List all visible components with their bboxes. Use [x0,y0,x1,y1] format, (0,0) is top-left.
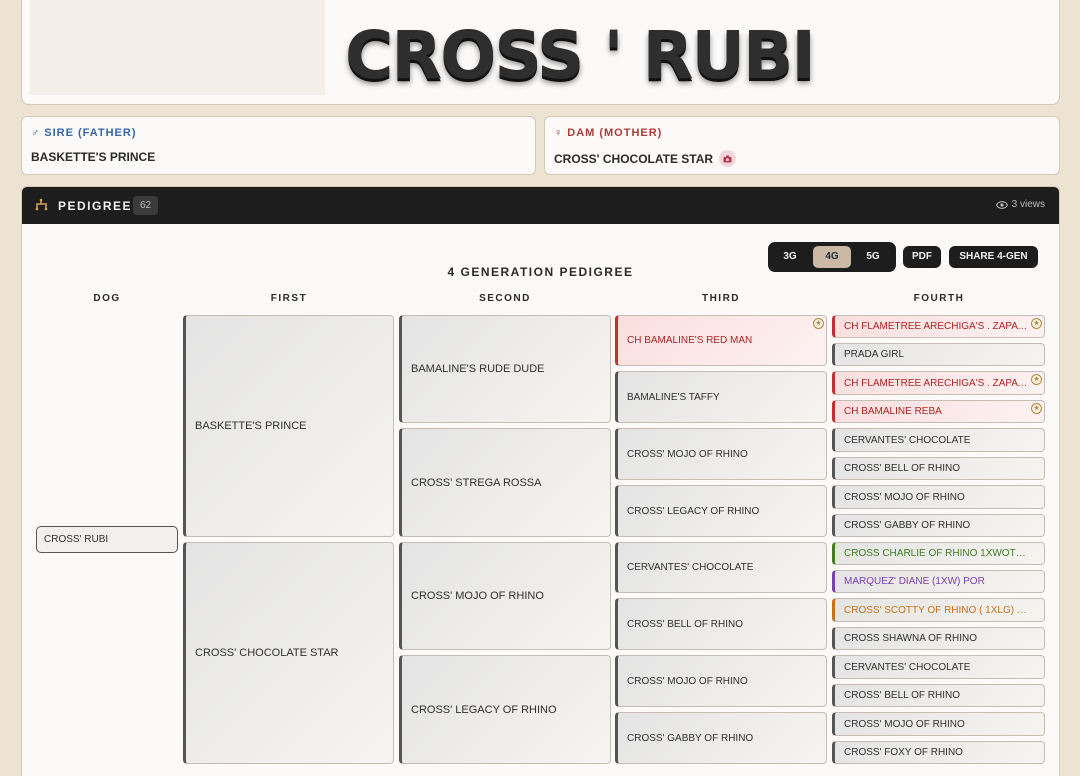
star-badge-icon: ★ [1031,318,1042,329]
pedigree-header-bar: PEDIGREE 62 3 views [22,187,1059,224]
fourth-gen-box[interactable]: CROSS' GABBY OF RHINO [832,514,1045,537]
fourth-gen-box[interactable]: CROSS' FOXY OF RHINO [832,741,1045,764]
sire-card[interactable]: ♂ SIRE (FATHER) BASKETTE'S PRINCE [21,116,536,175]
fourth-gen-box[interactable]: CH FLAMETREE ARECHIGA'S . ZAPATA ... ★ [832,315,1045,338]
column-header-second: SECOND [479,293,531,304]
pedigree-heading: 4 GENERATION PEDIGREE [447,265,634,279]
fourth-gen-box[interactable]: CROSS' BELL OF RHINO [832,457,1045,480]
third-gen-box[interactable]: CH BAMALINE'S RED MAN ★ [615,315,827,366]
dam-card[interactable]: ♀ DAM (MOTHER) CROSS' CHOCOLATE STAR [544,116,1060,175]
fourth-gen-box[interactable]: CH FLAMETREE ARECHIGA'S . ZAPATA ... ★ [832,371,1045,395]
eye-icon [995,200,1008,209]
female-icon: ♀ [554,127,564,139]
fourth-gen-box[interactable]: CROSS SHAWNA OF RHINO [832,627,1045,650]
fourth-gen-box[interactable]: MARQUEZ' DIANE (1XW) POR [832,570,1045,593]
third-gen-box[interactable]: CROSS' GABBY OF RHINO [615,712,827,764]
dam-label: ♀ DAM (MOTHER) [554,127,663,139]
dog-photo-placeholder[interactable] [30,0,325,95]
star-badge-icon: ★ [1031,403,1042,414]
second-gen-box[interactable]: CROSS' LEGACY OF RHINO [399,655,611,764]
fourth-gen-box[interactable]: PRADA GIRL [832,343,1045,366]
views-count: 3 views [995,199,1045,210]
fourth-gen-box[interactable]: CROSS' MOJO OF RHINO [832,485,1045,509]
third-gen-box[interactable]: CROSS' MOJO OF RHINO [615,428,827,480]
fourth-gen-box[interactable]: CROSS' MOJO OF RHINO [832,712,1045,736]
third-gen-box[interactable]: CROSS' LEGACY OF RHINO [615,485,827,537]
pedigree-title: PEDIGREE [58,199,133,213]
third-gen-box[interactable]: CROSS' MOJO OF RHINO [615,655,827,707]
male-icon: ♂ [31,127,41,139]
star-badge-icon: ★ [813,318,824,329]
dog-header-card: CROSS ' RUBI [21,0,1060,105]
third-gen-box[interactable]: BAMALINE'S TAFFY [615,371,827,423]
dam-name[interactable]: CROSS' CHOCOLATE STAR [554,150,737,167]
second-gen-box[interactable]: CROSS' MOJO OF RHINO [399,542,611,650]
star-badge-icon: ★ [1031,374,1042,385]
fourth-gen-box[interactable]: CROSS' BELL OF RHINO [832,684,1045,707]
sire-label: ♂ SIRE (FATHER) [31,127,137,139]
second-gen-box[interactable]: CROSS' STREGA ROSSA [399,428,611,537]
pedigree-count-badge: 62 [133,196,159,215]
third-gen-box[interactable]: CROSS' BELL OF RHINO [615,598,827,650]
fourth-gen-box[interactable]: CROSS CHARLIE OF RHINO 1XWOTC 1XL... [832,542,1045,565]
second-gen-box[interactable]: BAMALINE'S RUDE DUDE [399,315,611,423]
fourth-gen-box[interactable]: CERVANTES' CHOCOLATE [832,655,1045,679]
first-gen-box[interactable]: BASKETTE'S PRINCE [183,315,394,537]
column-header-dog: DOG [93,293,121,304]
fourth-gen-box[interactable]: CERVANTES' CHOCOLATE [832,428,1045,452]
column-header-fourth: FOURTH [913,293,965,304]
dog-name-title: CROSS ' RUBI [345,17,816,94]
fourth-gen-box[interactable]: CH BAMALINE REBA ★ [832,400,1045,423]
column-header-first: FIRST [270,293,308,304]
third-gen-box[interactable]: CERVANTES' CHOCOLATE [615,542,827,593]
camera-icon[interactable] [719,150,737,167]
first-gen-box[interactable]: CROSS' CHOCOLATE STAR [183,542,394,764]
subject-dog-box[interactable]: CROSS' RUBI [36,526,178,553]
pedigree-icon [35,198,48,214]
column-header-third: THIRD [701,293,741,304]
sire-name[interactable]: BASKETTE'S PRINCE [31,150,155,164]
fourth-gen-box[interactable]: CROSS' SCOTTY OF RHINO ( 1XLG) (2X... [832,598,1045,622]
